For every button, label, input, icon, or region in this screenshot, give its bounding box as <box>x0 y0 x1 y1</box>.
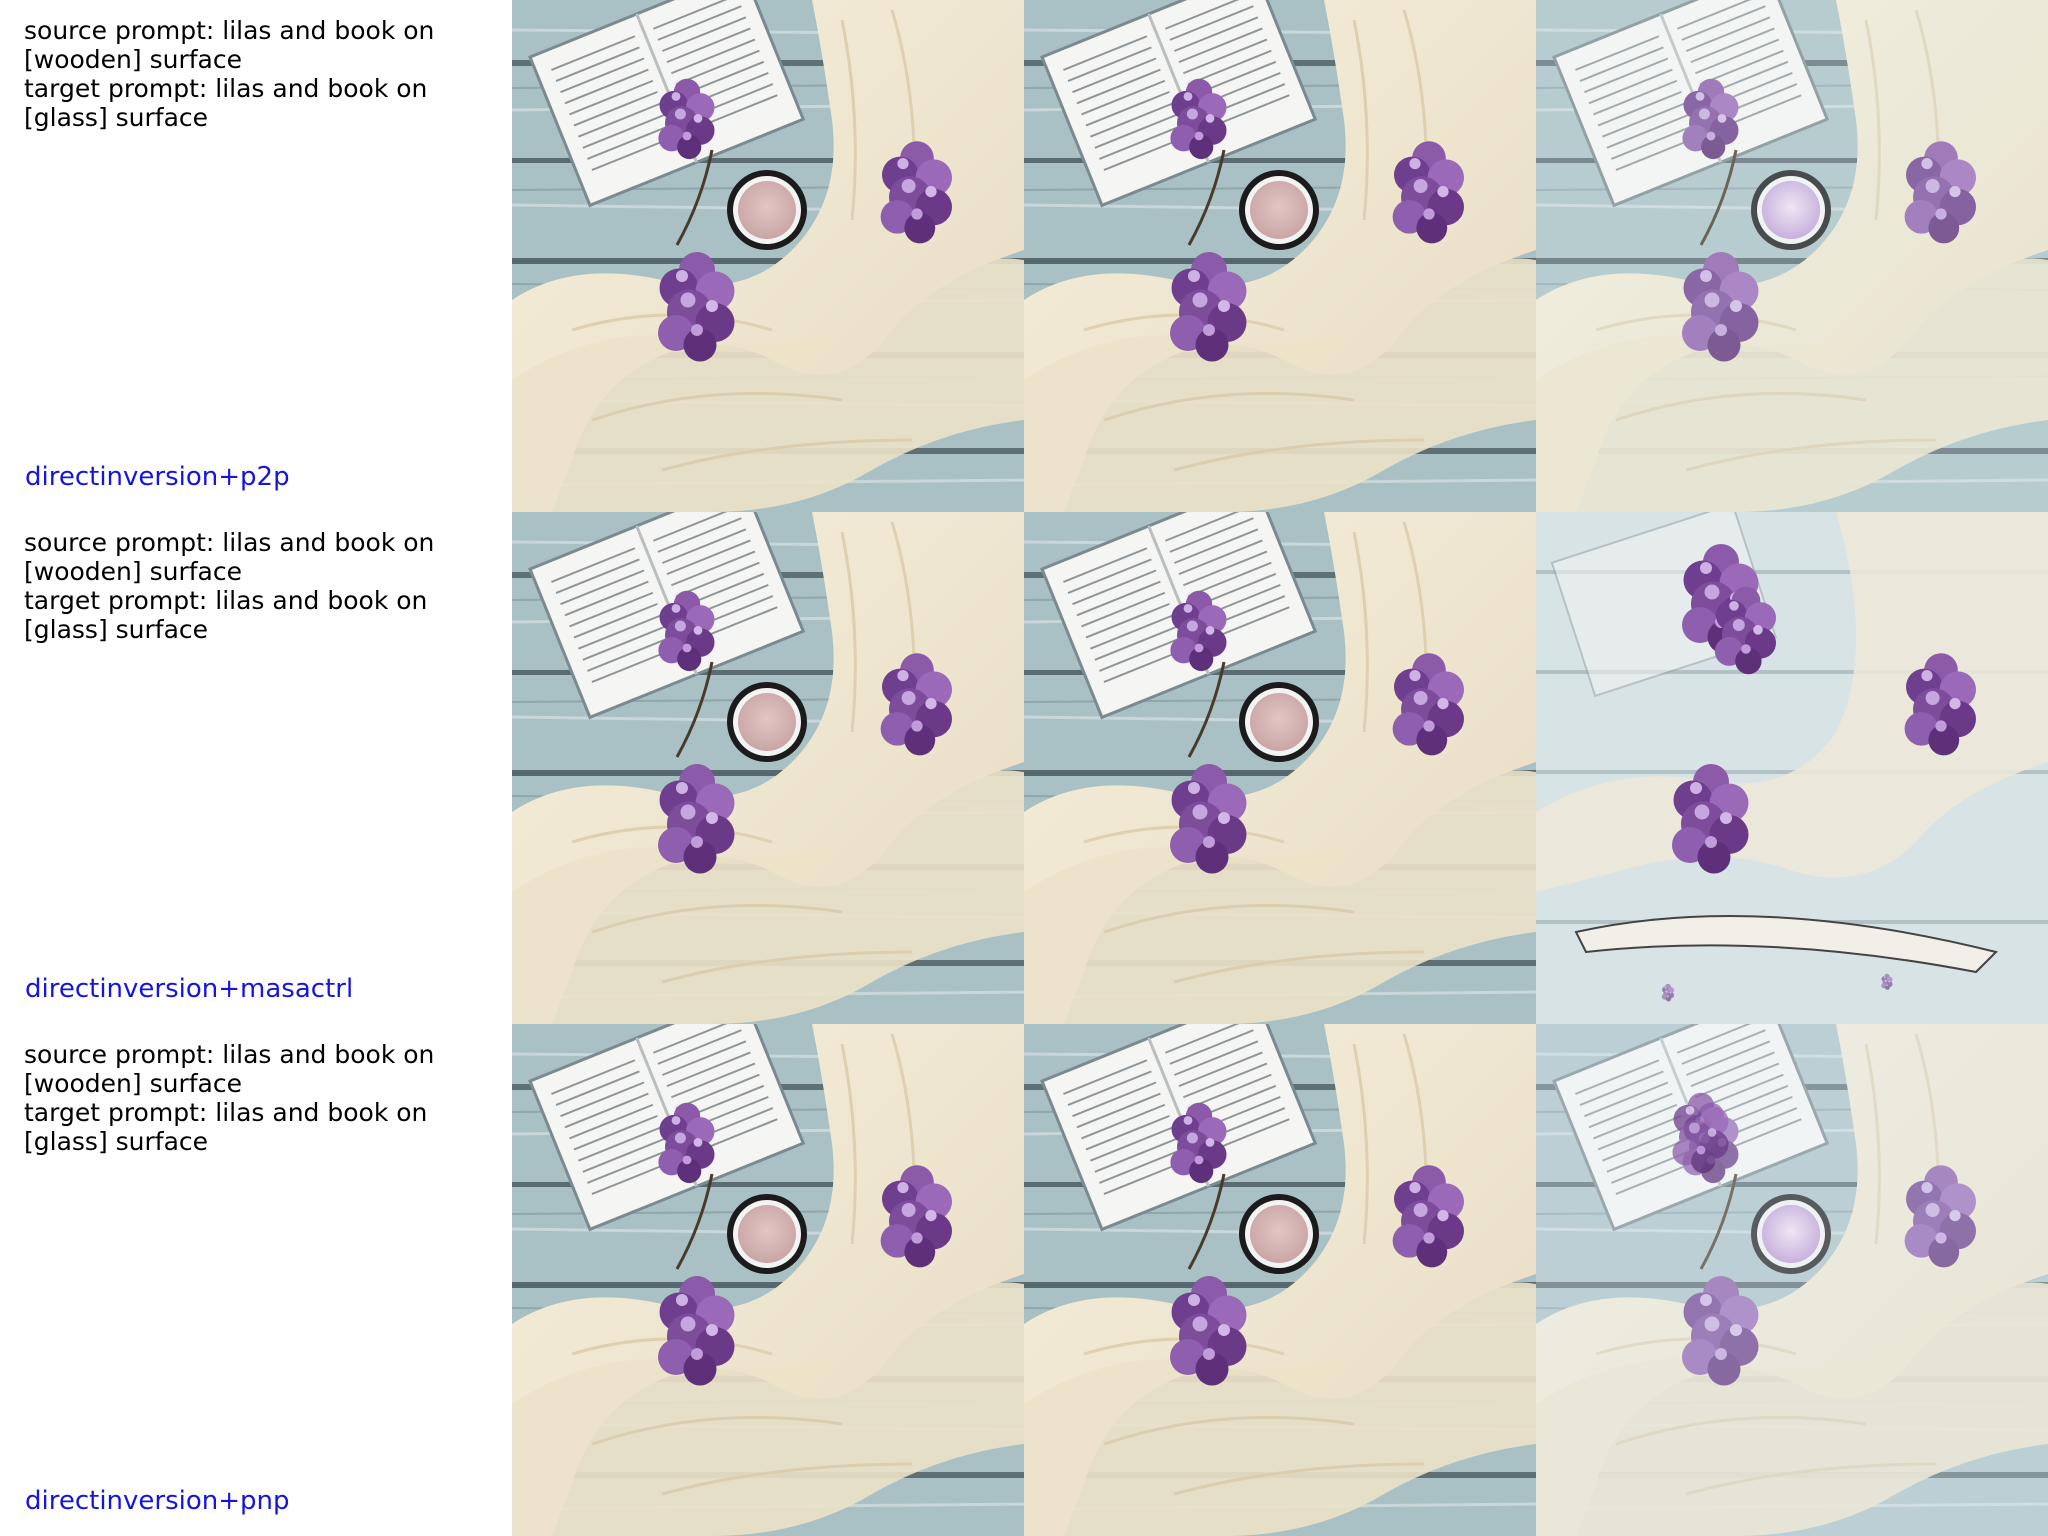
row-caption: source prompt: lilas and book on [wooden… <box>0 512 512 1024</box>
method-label: directinversion+masactrl <box>25 974 354 1004</box>
edited-image <box>1536 512 2048 1024</box>
method-label: directinversion+p2p <box>25 462 290 492</box>
source-prompt: source prompt: lilas and book on [wooden… <box>24 1040 435 1098</box>
result-row: source prompt: lilas and book on [wooden… <box>0 512 2048 1024</box>
result-row: source prompt: lilas and book on [wooden… <box>0 1024 2048 1536</box>
edited-image <box>1536 0 2048 512</box>
row-caption: source prompt: lilas and book on [wooden… <box>0 1024 512 1536</box>
reconstruction-image <box>1024 1024 1536 1536</box>
reconstruction-image <box>1024 0 1536 512</box>
source-image <box>512 512 1024 1024</box>
reconstruction-image <box>1024 512 1536 1024</box>
target-prompt: target prompt: lilas and book on [glass]… <box>24 586 428 644</box>
prompt-text: source prompt: lilas and book on [wooden… <box>24 1040 464 1156</box>
prompt-text: source prompt: lilas and book on [wooden… <box>24 528 464 644</box>
source-image <box>512 0 1024 512</box>
source-prompt: source prompt: lilas and book on [wooden… <box>24 16 435 74</box>
source-prompt: source prompt: lilas and book on [wooden… <box>24 528 435 586</box>
row-caption: source prompt: lilas and book on [wooden… <box>0 0 512 512</box>
edited-image <box>1536 1024 2048 1536</box>
method-label: directinversion+pnp <box>25 1486 290 1516</box>
target-prompt: target prompt: lilas and book on [glass]… <box>24 1098 428 1156</box>
target-prompt: target prompt: lilas and book on [glass]… <box>24 74 428 132</box>
result-row: source prompt: lilas and book on [wooden… <box>0 0 2048 512</box>
source-image <box>512 1024 1024 1536</box>
prompt-text: source prompt: lilas and book on [wooden… <box>24 16 464 132</box>
